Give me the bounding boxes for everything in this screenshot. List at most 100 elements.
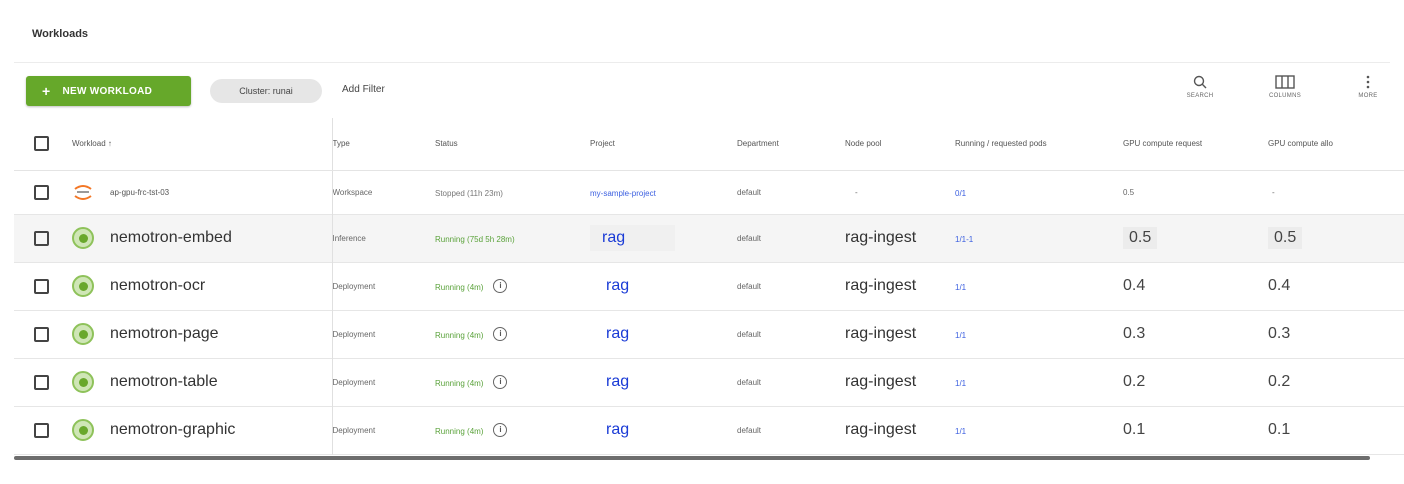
workload-name[interactable]: nemotron-table [110,373,218,391]
running-pods[interactable]: 1/1 [955,379,966,388]
gpu-alloc: 0.3 [1268,325,1291,342]
new-workload-label: NEW WORKLOAD [62,85,153,97]
search-button[interactable]: SEARCH [1175,74,1225,99]
workload-status: Running (4m) [435,331,484,340]
table-header-row: Workload ↑ Type Status Project Departmen… [14,118,1404,171]
running-pods[interactable]: 1/1 [955,331,966,340]
table-row[interactable]: nemotron-page Deployment Running (4m) i r… [14,310,1404,358]
node-pool: rag-ingest [845,325,917,342]
running-pods[interactable]: 1/1 [955,283,966,292]
nim-icon [72,227,94,249]
nim-icon [72,419,94,441]
project-link[interactable]: rag [590,421,629,438]
table-row[interactable]: ap-gpu-frc-tst-03 Workspace Stopped (11h… [14,170,1404,214]
nim-icon [72,275,94,297]
header-status[interactable]: Status [435,118,590,171]
columns-icon [1275,75,1295,89]
select-all-checkbox[interactable] [34,136,49,152]
horizontal-scrollbar[interactable] [14,456,1370,460]
project-link[interactable]: rag [590,325,629,342]
jupyter-icon [72,181,94,203]
project-link[interactable]: rag [590,277,629,294]
running-pods[interactable]: 1/1 [955,427,966,436]
header-workload[interactable]: Workload ↑ [72,118,333,171]
department: default [737,377,762,387]
table-row[interactable]: nemotron-ocr Deployment Running (4m) i ra… [14,262,1404,310]
workload-type: Deployment [332,377,376,387]
header-gpu-alloc[interactable]: GPU compute allo [1268,118,1404,171]
info-icon[interactable]: i [493,278,508,293]
project-link[interactable]: rag [590,373,629,390]
header-node-pool[interactable]: Node pool [845,118,955,171]
gpu-alloc: 0.1 [1268,421,1291,438]
nim-icon [72,323,94,345]
columns-button[interactable]: COLUMNS [1260,74,1310,99]
row-checkbox[interactable] [34,374,49,390]
project-link[interactable]: rag [590,225,676,251]
row-checkbox[interactable] [34,326,49,342]
page-title: Workloads [32,28,89,40]
workload-name[interactable]: nemotron-ocr [110,277,205,295]
header-gpu-request[interactable]: GPU compute request [1123,118,1268,171]
table-row[interactable]: nemotron-graphic Deployment Running (4m)… [14,406,1404,454]
workload-name[interactable]: nemotron-page [110,325,219,343]
gpu-request: 0.4 [1123,277,1146,294]
info-icon[interactable]: i [493,374,508,389]
workload-type: Deployment [332,329,376,339]
row-checkbox[interactable] [34,422,49,438]
workload-name[interactable]: nemotron-graphic [110,421,235,439]
workloads-table: Workload ↑ Type Status Project Departmen… [14,118,1404,455]
add-filter-button[interactable]: Add Filter [342,84,385,95]
info-icon[interactable]: i [493,326,508,341]
workload-name[interactable]: ap-gpu-frc-tst-03 [110,188,169,197]
gpu-request: 0.1 [1123,421,1146,438]
cluster-filter-chip[interactable]: Cluster: runai [210,79,322,103]
row-checkbox[interactable] [34,230,49,246]
department: default [737,187,762,197]
toolbar-divider [14,62,1390,63]
gpu-request: 0.5 [1123,214,1268,262]
more-label: MORE [1358,93,1378,99]
workload-type: Deployment [332,281,376,291]
gpu-alloc: - [1272,187,1275,197]
header-running-pods[interactable]: Running / requested pods [955,118,1123,171]
gpu-request: 0.2 [1123,373,1146,390]
department: default [737,425,762,435]
nim-icon [72,371,94,393]
workload-type: Workspace [332,187,373,197]
header-project[interactable]: Project [590,118,737,171]
gpu-request: 0.3 [1123,325,1146,342]
row-checkbox[interactable] [34,278,49,294]
toolbar: + NEW WORKLOAD Cluster: runai Add Filter… [0,70,1404,114]
workload-status: Stopped (11h 23m) [435,189,503,198]
node-pool: rag-ingest [845,229,917,246]
workload-status: Running (4m) [435,379,484,388]
more-vert-icon [1366,75,1370,89]
running-pods[interactable]: 1/1-1 [955,235,973,244]
project-link[interactable]: my-sample-project [590,189,656,198]
running-pods[interactable]: 0/1 [955,189,966,198]
columns-label: COLUMNS [1268,93,1302,99]
node-pool: rag-ingest [845,421,917,438]
workload-name[interactable]: nemotron-embed [110,229,232,247]
workload-type: Deployment [332,425,376,435]
node-pool: - [855,187,858,197]
plus-icon: + [42,83,51,99]
info-icon[interactable]: i [493,422,508,437]
workload-status: Running (4m) [435,427,484,436]
node-pool: rag-ingest [845,373,917,390]
gpu-alloc: 0.5 [1268,214,1404,262]
row-checkbox[interactable] [34,184,49,200]
search-label: SEARCH [1186,93,1214,99]
gpu-alloc: 0.4 [1268,277,1291,294]
table-row[interactable]: nemotron-embed Inference Running (75d 5h… [14,214,1404,262]
new-workload-button[interactable]: + NEW WORKLOAD [26,76,191,106]
table-row[interactable]: nemotron-table Deployment Running (4m) i … [14,358,1404,406]
search-icon [1193,75,1207,89]
workload-status: Running (4m) [435,283,484,292]
header-type[interactable]: Type [332,118,435,171]
gpu-alloc: 0.2 [1268,373,1291,390]
node-pool: rag-ingest [845,277,917,294]
header-department[interactable]: Department [737,118,845,171]
more-button[interactable]: MORE [1343,74,1393,99]
